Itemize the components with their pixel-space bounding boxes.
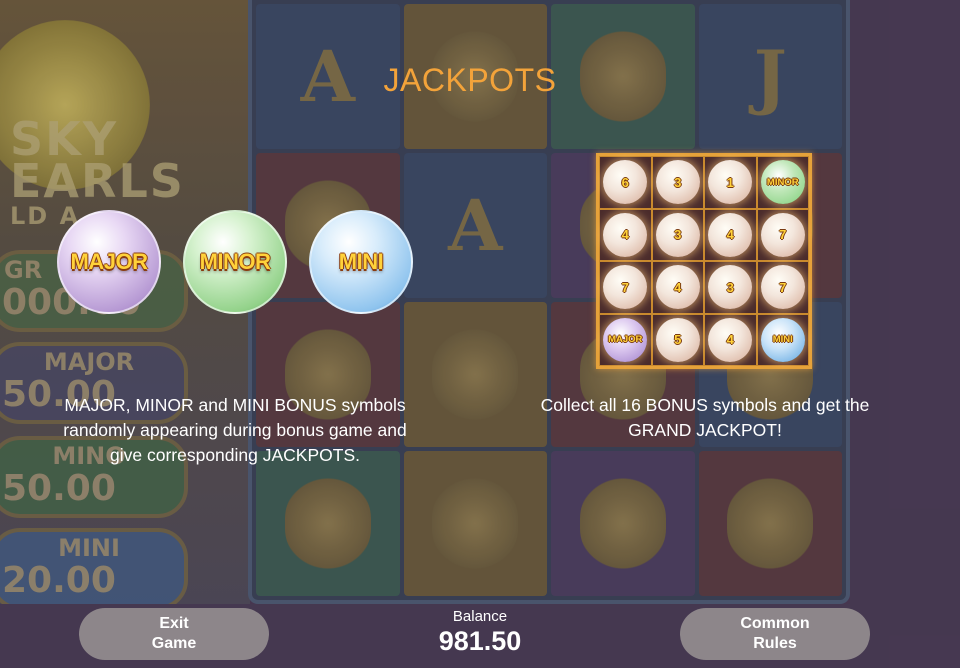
jackpot-symbols-description: MAJOR, MINOR and MINI BONUS symbols rand… xyxy=(63,395,407,465)
balance-value: 981.50 xyxy=(438,626,522,656)
pearl-icon: 7 xyxy=(603,265,648,310)
grid-cell: 7 xyxy=(599,261,652,314)
pearl-icon: 3 xyxy=(655,160,700,205)
pearl-icon: 4 xyxy=(708,317,753,362)
major-orb-icon: MAJOR xyxy=(57,210,161,314)
pearl-icon: 3 xyxy=(655,212,700,257)
pearl-icon: 4 xyxy=(603,212,648,257)
pearl-icon: 3 xyxy=(708,265,753,310)
grid-cell: 3 xyxy=(651,156,704,209)
grid-cell: 7 xyxy=(756,208,809,261)
grid-cell: MAJOR xyxy=(599,313,652,366)
grid-cell: 7 xyxy=(756,261,809,314)
jackpots-info-overlay xyxy=(0,0,960,668)
grid-cell: 1 xyxy=(704,156,757,209)
major-pearl-icon: MAJOR xyxy=(603,317,648,362)
pearl-icon: 5 xyxy=(655,317,700,362)
grid-cell: 6 xyxy=(599,156,652,209)
pearl-icon: 1 xyxy=(708,160,753,205)
grid-cell: 4 xyxy=(599,208,652,261)
grand-jackpot-description: Collect all 16 BONUS symbols and get the… xyxy=(540,395,870,440)
grid-cell: 3 xyxy=(704,261,757,314)
pearl-icon: 4 xyxy=(708,212,753,257)
mini-pearl-icon: MINI xyxy=(760,317,805,362)
pearl-icon: 7 xyxy=(760,212,805,257)
grid-cell: 4 xyxy=(704,208,757,261)
mini-orb-icon: MINI xyxy=(309,210,413,314)
balance-display: Balance 981.50 xyxy=(380,608,580,656)
pearl-icon: 7 xyxy=(760,265,805,310)
grid-cell: 3 xyxy=(651,208,704,261)
grid-cell: 5 xyxy=(651,313,704,366)
grid-cell: 4 xyxy=(704,313,757,366)
minor-pearl-icon: MINOR xyxy=(760,160,805,205)
common-rules-button[interactable]: Common Rules xyxy=(680,608,870,660)
minor-orb-icon: MINOR xyxy=(183,210,287,314)
grid-cell: MINI xyxy=(756,313,809,366)
grid-cell: 4 xyxy=(651,261,704,314)
balance-label: Balance xyxy=(452,608,508,625)
grid-cell: MINOR xyxy=(756,156,809,209)
bonus-grid-example: 6 3 1 MINOR 4 3 4 7 7 4 3 7 MAJOR 5 4 MI… xyxy=(596,153,812,369)
pearl-icon: 6 xyxy=(603,160,648,205)
pearl-icon: 4 xyxy=(655,265,700,310)
exit-game-button[interactable]: Exit Game xyxy=(79,608,269,660)
page-title: JACKPOTS xyxy=(383,62,557,98)
